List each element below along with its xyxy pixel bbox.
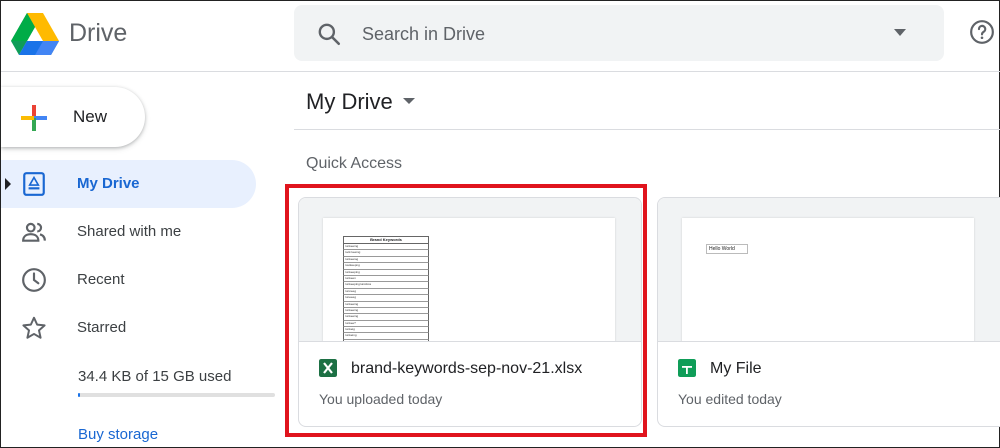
file-info: brand-keywords-sep-nov-21.xlsx You uploa… [299,341,641,426]
clock-icon [22,268,46,292]
storage-usage-bar [78,393,275,397]
search-icon[interactable] [316,21,342,47]
sidebar-item-label: My Drive [77,175,140,192]
file-activity: You edited today [678,391,782,407]
sidebar-item-label: Shared with me [77,223,182,240]
search-input[interactable] [360,19,864,49]
shared-icon [22,222,46,242]
sidebar-item-label: Starred [77,319,127,336]
sheets-icon [678,359,696,377]
title-divider [294,129,1000,130]
file-card-my-file[interactable]: Hello World My File You edited today [657,197,1000,427]
preview-title: Brand Keywords [343,236,429,244]
spreadsheet-preview: Brand Keywords runkeeing rock keeing runke… [343,236,429,341]
storage-usage-text: 34.4 KB of 15 GB used [78,368,232,385]
sidebar-item-my-drive[interactable]: My Drive [1,160,256,208]
thumbnail-page: Hello World [682,218,974,341]
my-drive-icon [23,172,45,196]
chevron-down-icon[interactable] [403,98,415,104]
expand-arrow-icon[interactable] [5,178,11,190]
search-options-dropdown-icon[interactable] [894,29,906,36]
buy-storage-link[interactable]: Buy storage [78,426,158,443]
sidebar-item-label: Recent [77,271,125,288]
drive-logo-icon[interactable] [11,13,59,55]
page-title[interactable]: My Drive [306,89,393,115]
preview-cell: Hello World [706,244,748,254]
file-name: brand-keywords-sep-nov-21.xlsx [351,360,583,377]
sidebar-item-starred[interactable]: Starred [1,304,256,352]
plus-icon [21,105,47,131]
preview-rows: runkeeing rock keeing runkeeiog rouikeepng r… [343,244,429,341]
header-divider [1,71,1000,72]
file-thumbnail: Brand Keywords runkeeing rock keeing runke… [299,198,641,341]
search-bar[interactable] [294,5,944,61]
thumbnail-page: Brand Keywords runkeeing rock keeing runke… [323,218,615,341]
file-activity: You uploaded today [319,391,443,407]
storage-usage-fill [78,393,80,397]
file-card-brand-keywords[interactable]: Brand Keywords runkeeing rock keeing runke… [298,197,642,427]
app-name[interactable]: Drive [69,19,127,48]
new-button-label: New [73,107,108,126]
excel-icon [319,359,337,377]
file-info: My File You edited today [658,341,1000,426]
file-name: My File [710,360,762,377]
star-icon [22,316,46,339]
sidebar-item-shared-with-me[interactable]: Shared with me [1,208,256,256]
new-button[interactable]: New [1,87,145,147]
quick-access-heading: Quick Access [306,155,403,172]
file-thumbnail: Hello World [658,198,1000,341]
sidebar-item-recent[interactable]: Recent [1,256,256,304]
help-icon[interactable] [969,19,995,45]
